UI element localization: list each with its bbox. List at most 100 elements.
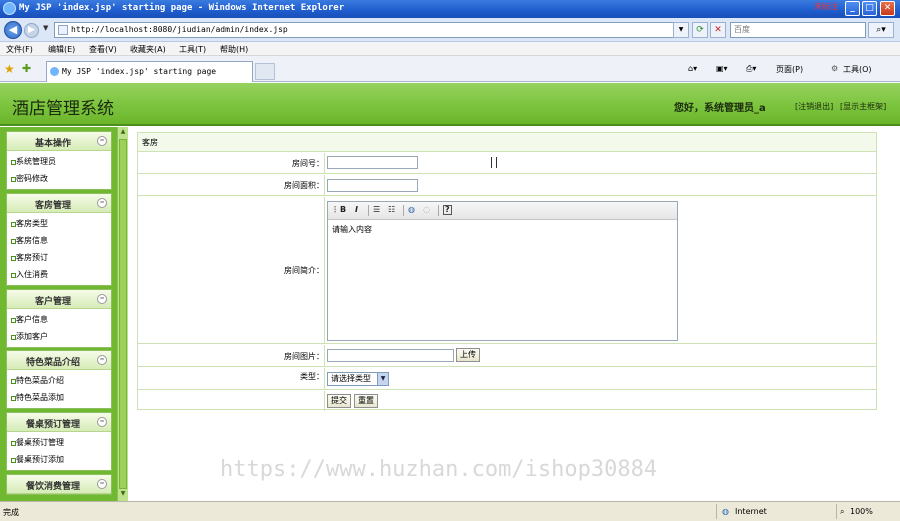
- window-title-bar: My JSP 'index.jsp' starting page - Windo…: [0, 0, 900, 18]
- scroll-up-icon[interactable]: ▲: [118, 128, 128, 138]
- tab-title: My JSP 'index.jsp' starting page: [62, 67, 217, 76]
- upload-button[interactable]: 上传: [456, 348, 480, 362]
- sidebar-item-customer-info[interactable]: 客户信息: [7, 311, 111, 328]
- room-image-input[interactable]: [327, 349, 454, 362]
- room-area-input[interactable]: [327, 179, 418, 192]
- menu-edit[interactable]: 编辑(E): [48, 44, 75, 55]
- search-placeholder: 百度: [734, 25, 750, 34]
- feeds-icon[interactable]: ▣▾: [716, 64, 728, 73]
- zoom-icon[interactable]: ⌕: [840, 507, 844, 517]
- type-label: 类型：: [300, 372, 324, 381]
- panel-title: 客房: [138, 133, 876, 152]
- history-dropdown-icon[interactable]: ▼: [43, 24, 48, 32]
- sidebar-group-rooms: 客房管理 ≈ 客房类型 客房信息 客房预订 入住消费: [6, 193, 112, 286]
- maximize-button[interactable]: □: [862, 1, 877, 16]
- sidebar-item-room-booking[interactable]: 客房预订: [7, 249, 111, 266]
- ordered-list-icon[interactable]: ☰: [373, 205, 380, 214]
- forward-icon[interactable]: ▶: [24, 23, 39, 38]
- link-icon[interactable]: ◍: [408, 205, 415, 214]
- print-icon[interactable]: ⎙▾: [746, 64, 756, 74]
- editor-body[interactable]: 请输入内容: [328, 220, 677, 239]
- collapse-icon[interactable]: ≈: [97, 198, 107, 208]
- sidebar-group-basic: 基本操作 ≈ 系统管理员 密码修改: [6, 131, 112, 190]
- search-icon[interactable]: ⌕▾: [868, 22, 894, 38]
- close-button[interactable]: ✕: [880, 1, 895, 16]
- logout-link[interactable]: [注销退出]: [795, 101, 833, 112]
- text-cursor-icon: [491, 157, 497, 168]
- menu-tools[interactable]: 工具(T): [179, 44, 206, 55]
- search-input[interactable]: 百度: [730, 22, 866, 38]
- globe-icon: ◍: [722, 507, 729, 516]
- italic-icon[interactable]: I: [355, 205, 358, 214]
- favorites-star-icon[interactable]: ★: [4, 62, 15, 76]
- menu-view[interactable]: 查看(V): [89, 44, 117, 55]
- help-icon[interactable]: ?: [443, 205, 452, 215]
- sidebar-item-room-info[interactable]: 客房信息: [7, 232, 111, 249]
- room-no-input[interactable]: [327, 156, 418, 169]
- room-image-label: 房间图片：: [284, 352, 324, 361]
- tools-menu[interactable]: 工具(O): [843, 64, 872, 75]
- bold-icon[interactable]: B: [340, 205, 346, 214]
- group-title: 基本操作: [34, 139, 71, 149]
- security-zone: Internet: [735, 507, 767, 516]
- menu-file[interactable]: 文件(F): [6, 44, 33, 55]
- refresh-icon[interactable]: ⟳: [692, 22, 708, 38]
- collapse-icon[interactable]: ≈: [97, 136, 107, 146]
- add-favorites-icon[interactable]: ✚: [22, 62, 31, 75]
- unordered-list-icon[interactable]: ☷: [388, 205, 395, 214]
- collapse-icon[interactable]: ≈: [97, 417, 107, 427]
- back-icon[interactable]: ◀: [4, 21, 22, 39]
- chevron-down-icon[interactable]: ▼: [377, 373, 388, 385]
- sidebar: 基本操作 ≈ 系统管理员 密码修改 客房管理 ≈ 客房类型 客房信息 客房预订 …: [0, 127, 117, 501]
- sidebar-item-dish-intro[interactable]: 特色菜品介绍: [7, 372, 111, 389]
- sidebar-item-add-customer[interactable]: 添加客户: [7, 328, 111, 345]
- zoom-level[interactable]: 100%: [850, 507, 873, 516]
- sidebar-group-dishes: 特色菜品介绍 ≈ 特色菜品介绍 特色菜品添加: [6, 350, 112, 409]
- address-dropdown-icon[interactable]: ▼: [673, 22, 689, 38]
- menu-favorites[interactable]: 收藏夹(A): [130, 44, 166, 55]
- unlink-icon[interactable]: ◌: [423, 205, 430, 214]
- tab-current[interactable]: My JSP 'index.jsp' starting page: [46, 61, 253, 82]
- sidebar-group-header[interactable]: 客户管理 ≈: [7, 290, 111, 309]
- address-input[interactable]: http://localhost:8080/jiudian/admin/inde…: [54, 22, 689, 38]
- collapse-icon[interactable]: ≈: [97, 479, 107, 489]
- main-content: 客房 房间号： 房间面积： 房间简介： ⋮ B I ☰ ☷ ◍ ◌ ? 请输入内…: [128, 127, 900, 501]
- stop-icon[interactable]: ✕: [710, 22, 726, 38]
- sidebar-group-header[interactable]: 特色菜品介绍 ≈: [7, 351, 111, 370]
- collapse-icon[interactable]: ≈: [97, 355, 107, 365]
- collapse-icon[interactable]: ≈: [97, 294, 107, 304]
- form-row-room-no: 房间号：: [138, 153, 876, 174]
- watermark-text: https://www.huzhan.com/ishop30884: [220, 457, 658, 482]
- gear-icon[interactable]: ⚙: [831, 64, 838, 73]
- sidebar-item-dish-add[interactable]: 特色菜品添加: [7, 389, 111, 406]
- type-select[interactable]: 请选择类型 ▼: [327, 372, 389, 386]
- sidebar-item-password[interactable]: 密码修改: [7, 170, 111, 187]
- scroll-down-icon[interactable]: ▼: [118, 490, 128, 500]
- room-area-label: 房间面积：: [284, 181, 324, 190]
- sidebar-scrollbar[interactable]: ▲ ▼: [117, 127, 128, 501]
- sidebar-item-admin[interactable]: 系统管理员: [7, 153, 111, 170]
- sidebar-group-header[interactable]: 餐饮消费管理 ≈: [7, 475, 111, 494]
- submit-button[interactable]: 提交: [327, 394, 351, 408]
- sidebar-item-table-booking-manage[interactable]: 餐桌预订管理: [7, 434, 111, 451]
- page-icon: [58, 25, 68, 35]
- sidebar-item-table-booking-add[interactable]: 餐桌预订添加: [7, 451, 111, 468]
- home-icon[interactable]: ⌂▾: [688, 64, 697, 73]
- page-menu[interactable]: 页面(P): [776, 64, 803, 75]
- form-row-type: 类型： 请选择类型 ▼: [138, 368, 876, 390]
- scrollbar-thumb[interactable]: [119, 139, 127, 489]
- sidebar-group-header[interactable]: 基本操作 ≈: [7, 132, 111, 151]
- sidebar-group-header[interactable]: 客房管理 ≈: [7, 194, 111, 213]
- rich-text-editor[interactable]: ⋮ B I ☰ ☷ ◍ ◌ ? 请输入内容: [327, 201, 678, 341]
- sidebar-item-room-types[interactable]: 客房类型: [7, 215, 111, 232]
- menu-help[interactable]: 帮助(H): [220, 44, 248, 55]
- minimize-button[interactable]: _: [845, 1, 860, 16]
- new-tab-button[interactable]: [255, 63, 275, 80]
- sidebar-item-checkin[interactable]: 入住消费: [7, 266, 111, 283]
- main-frame-link[interactable]: [显示主框架]: [840, 101, 886, 112]
- sidebar-group-dining: 餐饮消费管理 ≈: [6, 474, 112, 495]
- editor-toolbar: ⋮ B I ☰ ☷ ◍ ◌ ?: [328, 202, 677, 220]
- sidebar-group-header[interactable]: 餐桌预订管理 ≈: [7, 413, 111, 432]
- address-url: http://localhost:8080/jiudian/admin/inde…: [71, 25, 288, 34]
- reset-button[interactable]: 重置: [354, 394, 378, 408]
